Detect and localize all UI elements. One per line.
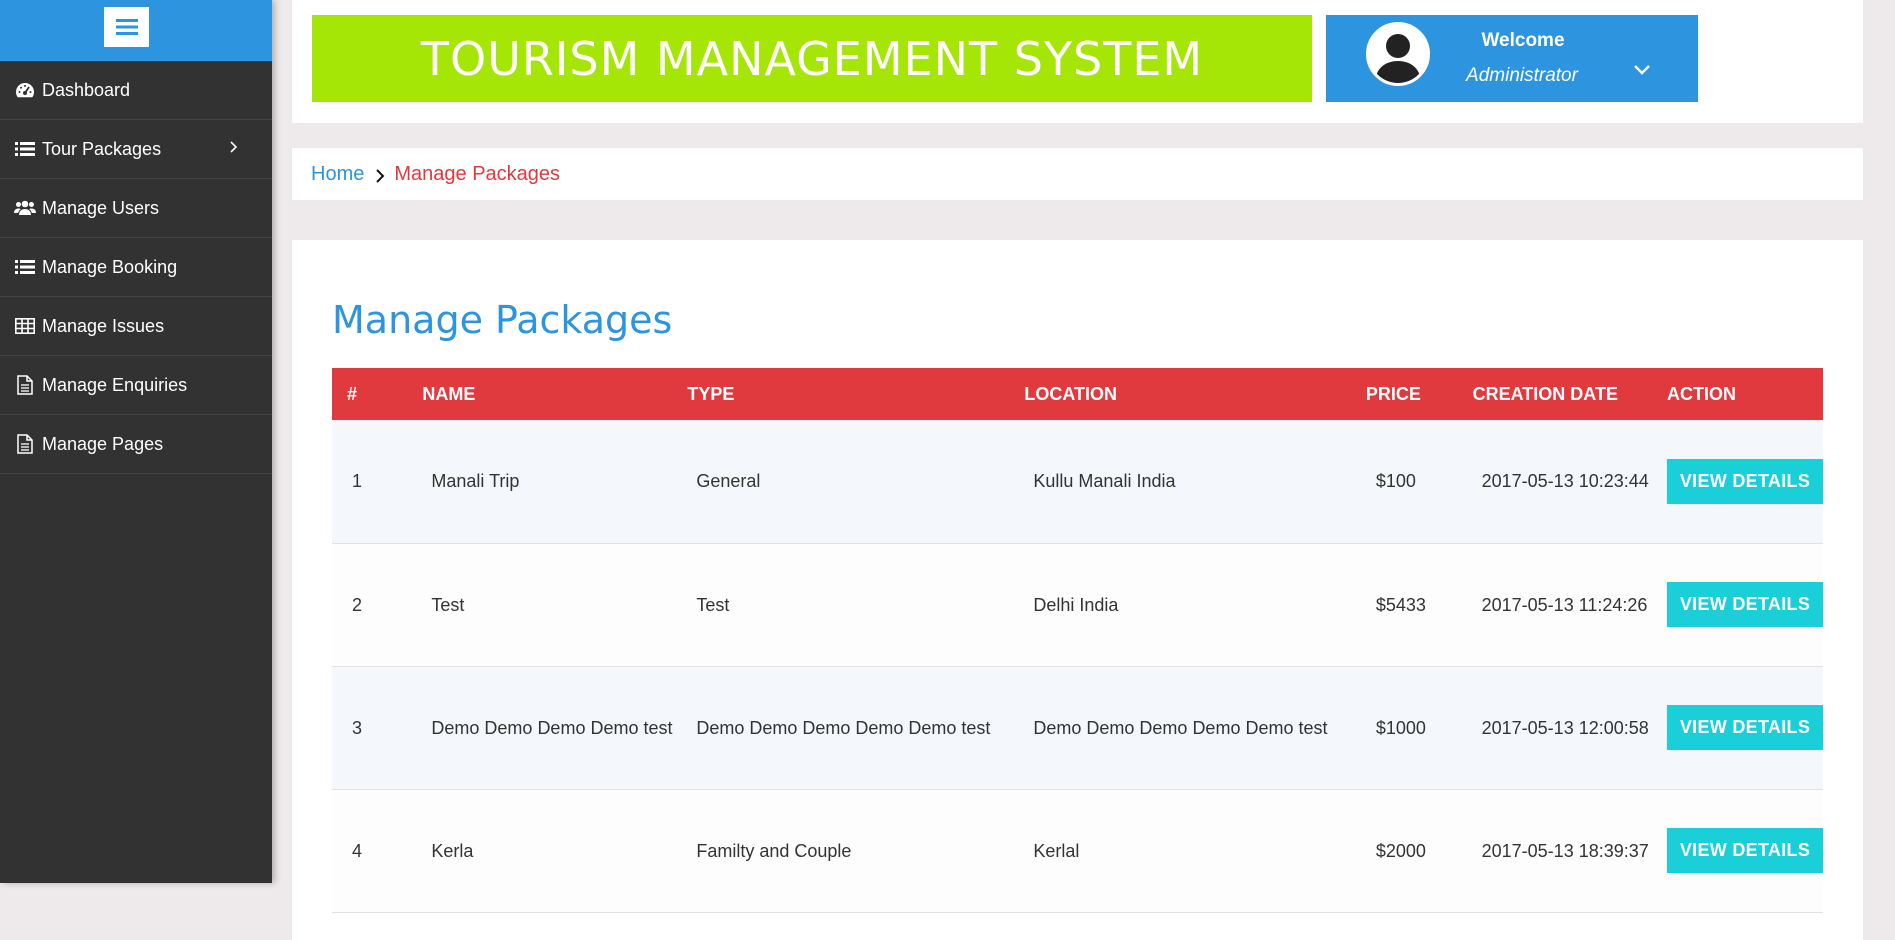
breadcrumb-current: Manage Packages [394,162,561,185]
sidebar-item-manage-issues[interactable]: Manage Issues [0,297,272,356]
cell-number: 4 [352,840,363,861]
column-header-location: LOCATION [1024,383,1118,404]
document-icon [14,434,36,454]
sidebar: Dashboard Tour Packages Manage Users Man… [0,0,272,883]
chevron-right-icon [376,169,385,183]
breadcrumb: Home Manage Packages [292,148,1863,200]
cell-creation-date: 2017-05-13 18:39:37 [1481,840,1649,861]
sidebar-item-label: Manage Pages [42,433,164,454]
column-header-number: # [347,383,358,404]
cell-action: VIEW DETAILS [1667,420,1823,543]
sidebar-item-dashboard[interactable]: Dashboard [0,61,272,120]
view-details-button[interactable]: VIEW DETAILS [1667,582,1823,627]
page-title: Manage Packages [332,298,673,342]
cell-name: Test [431,594,465,615]
column-header-price: PRICE [1365,383,1421,404]
sidebar-item-manage-enquiries[interactable]: Manage Enquiries [0,356,272,415]
sidebar-item-label: Manage Enquiries [42,374,188,395]
table-icon [14,316,36,336]
column-header-name: NAME [422,383,476,404]
table-row: 3 Demo Demo Demo Demo test Demo Demo Dem… [332,666,1823,789]
list-icon [14,257,36,277]
sidebar-nav: Dashboard Tour Packages Manage Users Man… [0,61,272,474]
sidebar-item-manage-users[interactable]: Manage Users [0,179,272,238]
cell-name: Manali Trip [431,471,520,492]
cell-price: $100 [1375,471,1416,492]
hamburger-icon [115,19,138,35]
cell-price: $2000 [1375,840,1426,861]
avatar [1366,22,1430,86]
column-header-creation-date: CREATION DATE [1472,383,1618,404]
sidebar-item-label: Tour Packages [42,138,162,159]
cell-action: VIEW DETAILS [1667,789,1823,912]
table-header-row: # NAME TYPE LOCATION PRICE CREATION DATE… [332,368,1823,420]
cell-number: 3 [352,717,363,738]
cell-creation-date: 2017-05-13 11:24:26 [1481,594,1648,615]
users-icon [14,198,36,218]
cell-type: Demo Demo Demo Demo Demo test [696,717,991,738]
packages-table: # NAME TYPE LOCATION PRICE CREATION DATE… [332,368,1823,913]
cell-creation-date: 2017-05-13 12:00:58 [1481,717,1649,738]
welcome-text: Welcome [1481,30,1565,51]
cell-name: Kerla [431,840,474,861]
user-role: Administrator [1466,65,1578,86]
cell-type: Test [696,594,730,615]
user-menu[interactable]: Welcome Administrator [1326,15,1698,102]
list-icon [14,139,36,159]
cell-location: Delhi India [1033,594,1119,615]
sidebar-item-label: Dashboard [42,79,131,100]
sidebar-item-label: Manage Issues [42,315,165,336]
cell-price: $1000 [1375,717,1426,738]
cell-number: 1 [352,471,363,492]
column-header-action: ACTION [1667,383,1736,404]
cell-type: General [696,471,761,492]
cell-action: VIEW DETAILS [1667,666,1823,789]
table-row: 2 Test Test Delhi India $5433 2017-05-13… [332,543,1823,666]
cell-type: Familty and Couple [696,840,852,861]
chevron-down-icon[interactable] [1632,63,1652,77]
app-title: TOURISM MANAGEMENT SYSTEM [312,15,1312,102]
cell-location: Kullu Manali India [1033,471,1176,492]
sidebar-item-manage-booking[interactable]: Manage Booking [0,238,272,297]
sidebar-item-manage-pages[interactable]: Manage Pages [0,415,272,474]
sidebar-item-tour-packages[interactable]: Tour Packages [0,120,272,179]
cell-name: Demo Demo Demo Demo test [431,717,673,738]
sidebar-item-label: Manage Users [42,197,160,218]
cell-location: Demo Demo Demo Demo Demo test [1033,717,1328,738]
cell-action: VIEW DETAILS [1667,543,1823,666]
sidebar-item-label: Manage Booking [42,256,178,277]
view-details-button[interactable]: VIEW DETAILS [1667,705,1823,750]
view-details-button[interactable]: VIEW DETAILS [1667,458,1823,504]
chevron-right-icon [230,141,238,153]
dashboard-icon [14,80,36,100]
breadcrumb-home-link[interactable]: Home [311,163,364,186]
cell-location: Kerlal [1033,840,1080,861]
sidebar-header [0,0,272,61]
cell-number: 2 [352,594,363,615]
table-row: 4 Kerla Familty and Couple Kerlal $2000 … [332,789,1823,912]
cell-price: $5433 [1375,594,1426,615]
menu-toggle-button[interactable] [104,7,149,47]
document-icon [14,375,36,395]
user-avatar-icon [1369,25,1427,83]
cell-creation-date: 2017-05-13 10:23:44 [1481,471,1649,492]
table-row: 1 Manali Trip General Kullu Manali India… [332,420,1823,543]
view-details-button[interactable]: VIEW DETAILS [1667,828,1823,873]
column-header-type: TYPE [687,383,735,404]
